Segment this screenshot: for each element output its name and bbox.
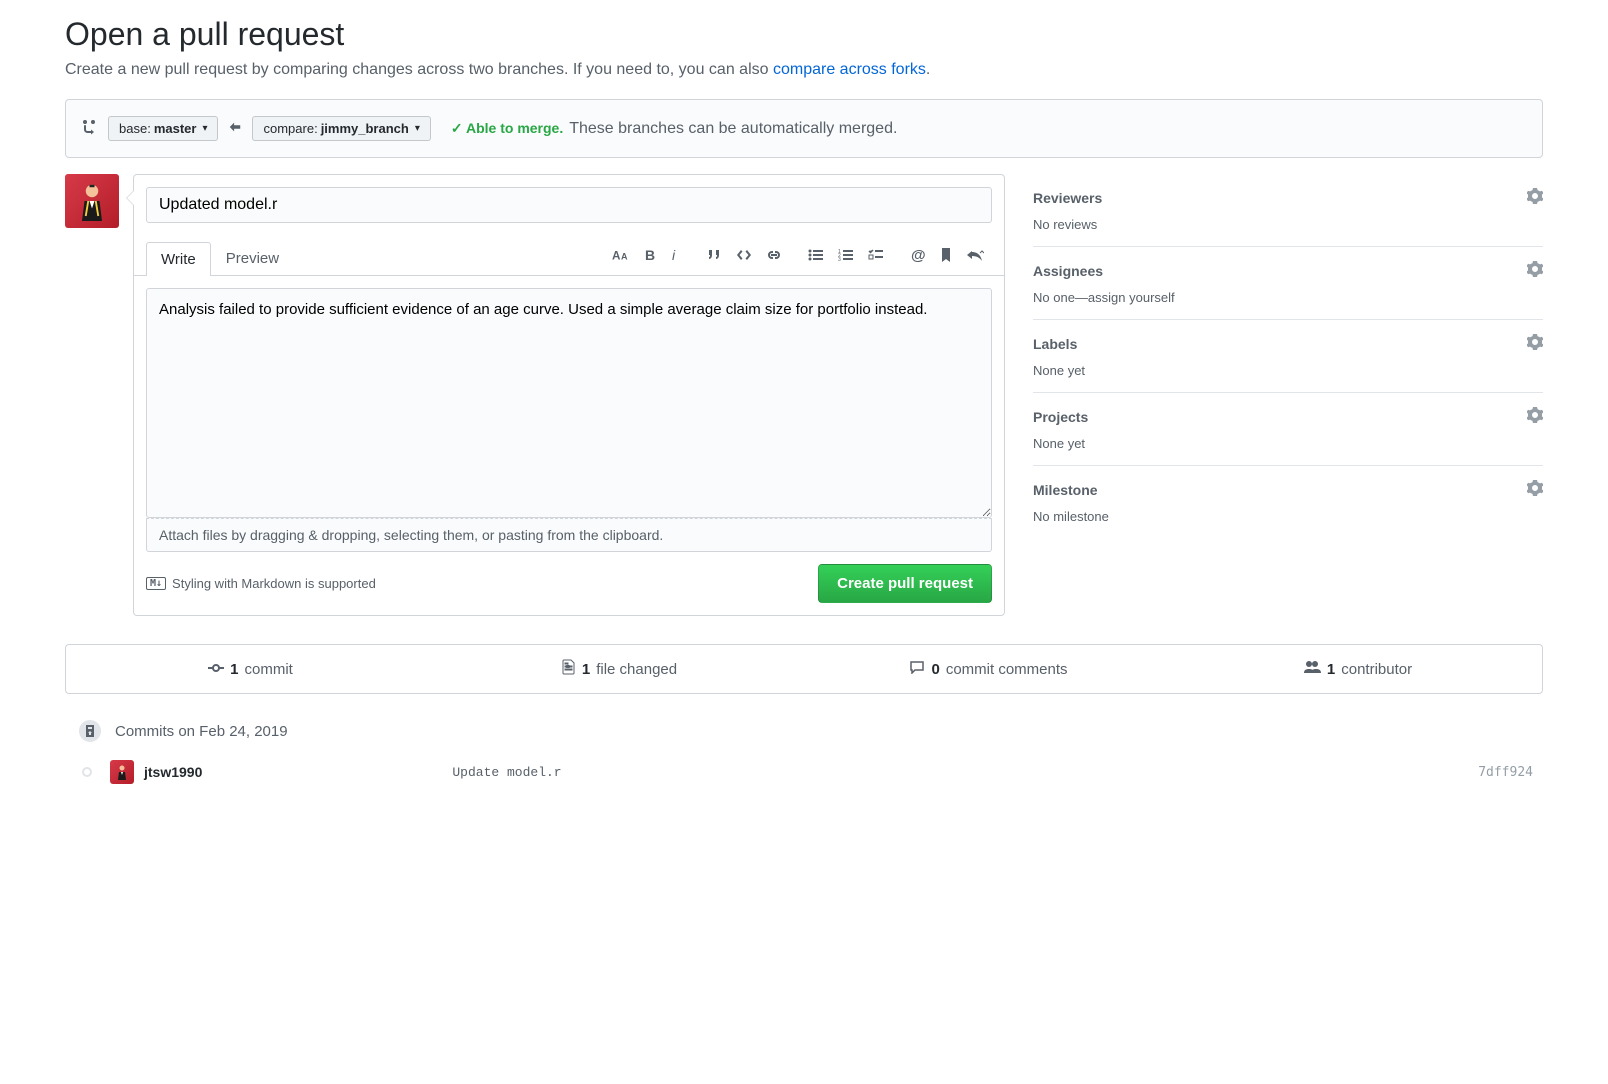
file-diff-icon: ± [562,659,576,679]
bold-icon[interactable]: B [642,246,658,264]
commit-author-avatar[interactable] [110,760,134,784]
people-icon [1303,660,1321,678]
gear-icon[interactable] [1527,334,1543,353]
assignees-value: No one—assign yourself [1033,290,1543,305]
gear-icon[interactable] [1527,261,1543,280]
svg-text:i: i [672,248,676,262]
link-icon[interactable] [764,246,784,264]
user-avatar[interactable] [65,174,119,228]
sidebar: Reviewers No reviews Assignees No one—as… [1033,174,1543,616]
projects-title: Projects [1033,409,1088,425]
ul-icon[interactable] [806,246,826,264]
page-subheading: Create a new pull request by comparing c… [65,61,1543,79]
reviewers-title: Reviewers [1033,190,1102,206]
code-icon[interactable] [734,246,754,264]
svg-text:@: @ [911,247,926,263]
git-compare-icon [82,119,98,138]
svg-text:A: A [612,250,621,263]
page-title: Open a pull request [65,16,1543,53]
gear-icon[interactable] [1527,407,1543,426]
pr-body-textarea[interactable]: Analysis failed to provide sufficient ev… [146,288,992,518]
bookmark-icon[interactable] [938,245,954,265]
quote-icon[interactable] [704,246,724,264]
gear-icon[interactable] [1527,188,1543,207]
milestone-value: No milestone [1033,509,1543,524]
base-branch-selector[interactable]: base: master▾ [108,116,218,141]
compare-branch-selector[interactable]: compare: jimmy_branch▾ [252,116,430,141]
stats-bar: 1 commit ± 1 file changed 0 commit comme… [65,644,1543,694]
pr-form: Write Preview AA B i [133,174,1005,616]
assignees-title: Assignees [1033,263,1103,279]
italic-icon[interactable]: i [668,246,682,264]
check-icon: ✓ [451,120,463,136]
reviewers-value: No reviews [1033,217,1543,232]
commits-stat[interactable]: 1 commit [66,645,435,693]
labels-title: Labels [1033,336,1077,352]
commit-sha[interactable]: 7dff924 [1478,765,1543,780]
projects-value: None yet [1033,436,1543,451]
caret-down-icon: ▾ [415,123,420,134]
gear-icon[interactable] [1527,480,1543,499]
svg-text:3: 3 [838,257,841,262]
write-tab[interactable]: Write [146,242,211,276]
svg-text:B: B [645,248,655,262]
commit-author[interactable]: jtsw1990 [144,764,202,780]
commit-message[interactable]: Update model.r [212,765,1468,780]
attach-hint[interactable]: Attach files by dragging & dropping, sel… [146,518,992,552]
branch-compare-panel: base: master▾ compare: jimmy_branch▾ ✓ A… [65,99,1543,158]
mention-icon[interactable]: @ [908,245,928,265]
ol-icon[interactable]: 123 [836,246,856,264]
reply-icon[interactable] [964,246,986,264]
assign-yourself-link[interactable]: assign yourself [1088,290,1175,305]
milestone-title: Milestone [1033,482,1098,498]
caret-down-icon: ▾ [202,123,207,134]
arrow-left-icon [228,120,242,137]
compare-forks-link[interactable]: compare across forks [773,61,926,78]
comments-stat[interactable]: 0 commit comments [804,645,1173,693]
markdown-toolbar: AA B i 123 @ [610,245,992,271]
create-pr-button[interactable]: Create pull request [818,564,992,603]
files-stat[interactable]: ± 1 file changed [435,645,804,693]
tasklist-icon[interactable] [866,246,886,264]
text-size-icon[interactable]: AA [610,245,632,265]
commit-icon [208,661,224,678]
labels-value: None yet [1033,363,1543,378]
comment-icon [909,660,925,678]
preview-tab[interactable]: Preview [211,241,294,275]
commits-timeline: Commits on Feb 24, 2019 jtsw1990 Update … [77,718,1543,784]
commits-date-header: Commits on Feb 24, 2019 [115,723,288,740]
svg-text:A: A [621,252,628,262]
commit-row[interactable]: jtsw1990 Update model.r 7dff924 [77,760,1543,784]
repo-push-icon [77,718,103,744]
merge-status: ✓ Able to merge. These branches can be a… [451,120,898,138]
timeline-dot-icon [82,767,92,777]
markdown-hint[interactable]: M↓ Styling with Markdown is supported [146,576,376,591]
svg-text:±: ± [566,663,570,670]
pr-title-input[interactable] [146,187,992,223]
contributors-stat[interactable]: 1 contributor [1173,645,1542,693]
markdown-badge-icon: M↓ [146,577,166,590]
